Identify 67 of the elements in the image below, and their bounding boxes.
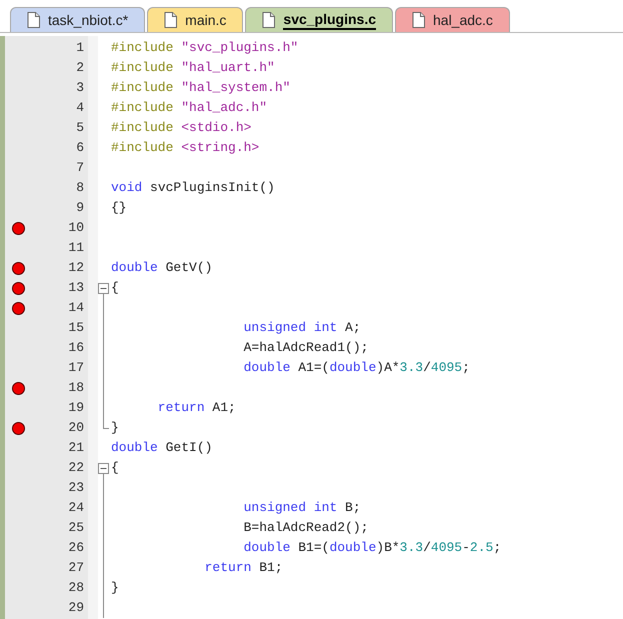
file-tab[interactable]: hal_adc.c (395, 7, 510, 32)
document-icon (262, 12, 276, 28)
line-number: 26 (68, 539, 85, 558)
file-tab[interactable]: task_nbiot.c* (10, 7, 146, 32)
breakpoint-icon[interactable] (12, 382, 24, 394)
code-line: double GetI() (111, 439, 212, 458)
line-number: 14 (68, 299, 85, 318)
breakpoint-icon[interactable] (12, 262, 24, 274)
code-line: void svcPluginsInit() (111, 179, 275, 198)
code-line: double GetV() (111, 259, 212, 278)
line-number: 28 (68, 579, 85, 598)
line-number: 25 (68, 519, 85, 538)
code-line: #include "hal_system.h" (111, 79, 290, 98)
code-line: { (111, 279, 119, 298)
breakpoint-icon[interactable] (12, 222, 24, 234)
line-number: 8 (76, 179, 85, 198)
line-number: 10 (68, 219, 85, 238)
collapse-icon[interactable] (98, 283, 109, 294)
breakpoint-icon[interactable] (12, 302, 24, 314)
code-line: #include <string.h> (111, 139, 260, 158)
line-number: 29 (68, 599, 85, 618)
code-line: unsigned int B; (242, 499, 361, 518)
file-tab[interactable]: svc_plugins.c (245, 7, 393, 32)
line-number: 6 (76, 139, 85, 158)
line-number: 13 (68, 279, 85, 298)
line-number: 20 (68, 419, 85, 438)
code-line: } (111, 419, 119, 438)
line-number: 23 (68, 479, 85, 498)
code-line: #include "svc_plugins.h" (111, 39, 298, 58)
line-number: 4 (76, 99, 85, 118)
code-line: B=halAdcRead2(); (242, 519, 368, 538)
code-line: return A1; (156, 399, 236, 418)
collapse-icon[interactable] (98, 463, 109, 474)
code-line: return B1; (204, 559, 283, 578)
code-line: } (111, 579, 119, 598)
code-line: #include <stdio.h> (111, 119, 252, 138)
line-number: 12 (68, 259, 85, 278)
line-number: 18 (68, 379, 85, 398)
line-number: 3 (76, 79, 85, 98)
line-number: 15 (68, 319, 85, 338)
breakpoint-icon[interactable] (12, 422, 24, 434)
line-number: 11 (68, 239, 85, 258)
breakpoint-icon[interactable] (12, 282, 24, 294)
file-tab[interactable]: main.c (147, 7, 244, 32)
line-number: 17 (68, 359, 85, 378)
code-line: {} (111, 199, 127, 218)
code-line: unsigned int A; (242, 319, 361, 338)
line-number: 19 (68, 399, 85, 418)
document-icon (27, 12, 40, 28)
line-number: 5 (76, 119, 85, 138)
line-number: 27 (68, 559, 85, 578)
code-line: #include "hal_uart.h" (111, 59, 275, 78)
code-line: #include "hal_adc.h" (111, 99, 268, 118)
line-number: 16 (68, 339, 85, 358)
line-number: 22 (68, 459, 85, 478)
line-number: 24 (68, 499, 85, 518)
document-icon (412, 12, 425, 28)
line-number: 1 (76, 39, 85, 58)
code-line: A=halAdcRead1(); (242, 339, 368, 358)
line-number: 21 (68, 439, 85, 458)
code-line: double A1=(double)A*3.3/4095; (242, 359, 470, 378)
code-line: double B1=(double)B*3.3/4095-2.5; (242, 539, 502, 558)
line-number: 7 (76, 159, 85, 178)
line-number: 2 (76, 59, 85, 78)
code-line: { (111, 459, 119, 478)
document-icon (164, 12, 178, 28)
line-number: 9 (76, 199, 85, 218)
